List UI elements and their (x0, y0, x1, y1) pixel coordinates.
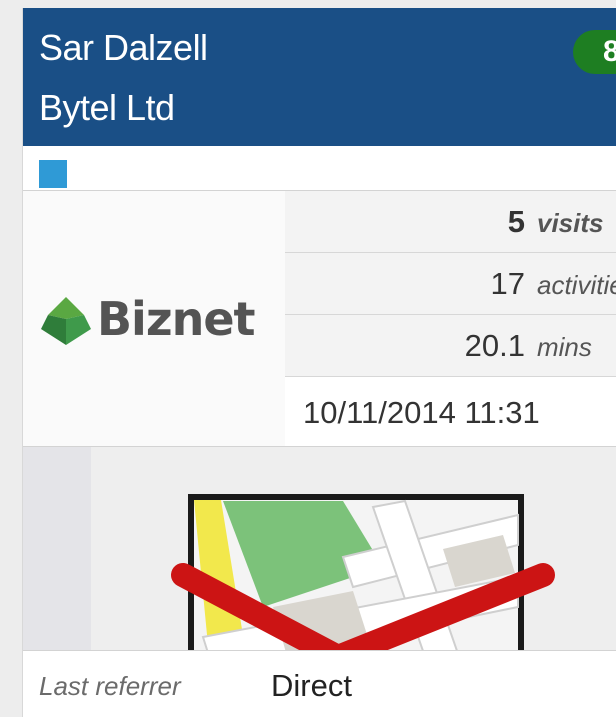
company-logo-panel: Biznet (23, 191, 285, 446)
contact-card[interactable]: Sar Dalzell Bytel Ltd 8 Biznet 5 (0, 0, 616, 717)
visits-count: 5 (507, 204, 525, 239)
visits-unit: visits (537, 208, 604, 238)
visit-stats-panel: Biznet 5 visits 17 activities 20.1 mins … (23, 191, 616, 447)
referrer-value: Direct (271, 668, 352, 703)
duration-unit: mins (537, 332, 592, 362)
stat-row-duration: 20.1 mins (285, 315, 616, 377)
stat-row-activities: 17 activities (285, 253, 616, 315)
activities-count: 17 (490, 266, 525, 301)
contact-card-frame: Sar Dalzell Bytel Ltd 8 Biznet 5 (22, 8, 616, 717)
biznet-logo-icon (41, 297, 91, 345)
tag-strip (23, 146, 616, 191)
referrer-row: Last referrer Direct (23, 650, 616, 717)
activities-unit: activities (537, 270, 616, 300)
last-visit-timestamp: 10/11/2014 11:31 (303, 395, 540, 430)
location-map[interactable] (23, 447, 616, 650)
contact-header[interactable]: Sar Dalzell Bytel Ltd 8 (23, 8, 616, 146)
contact-name[interactable]: Sar Dalzell (39, 28, 208, 68)
company-logo-text: Biznet (97, 292, 256, 346)
score-badge: 8 (573, 30, 616, 74)
referrer-label: Last referrer (39, 671, 181, 701)
company-logo: Biznet (39, 291, 289, 351)
company-name[interactable]: Bytel Ltd (39, 88, 175, 128)
duration-value: 20.1 (464, 328, 525, 363)
stat-row-visits: 5 visits (285, 191, 616, 253)
map-pin-location-icon (171, 494, 555, 650)
tag-marker (39, 160, 67, 188)
